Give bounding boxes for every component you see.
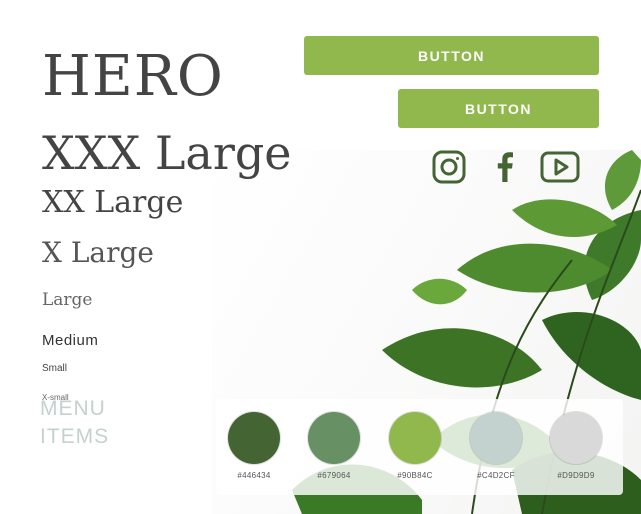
swatch-label: #D9D9D9 bbox=[557, 471, 595, 480]
large-text: Large bbox=[42, 290, 93, 310]
swatch-color bbox=[228, 412, 280, 464]
swatch: #C4D2CF bbox=[456, 412, 536, 480]
facebook-icon[interactable] bbox=[492, 148, 518, 186]
swatch-label: #679064 bbox=[317, 471, 351, 480]
swatch: #446434 bbox=[214, 412, 294, 480]
small-text: Small bbox=[42, 363, 68, 374]
swatch: #679064 bbox=[294, 412, 374, 480]
hero-heading: HERO bbox=[42, 44, 224, 109]
menu-line-1: MENU bbox=[40, 397, 106, 420]
swatch-color bbox=[389, 412, 441, 464]
swatch-color bbox=[308, 412, 360, 464]
medium-text: Medium bbox=[42, 332, 99, 349]
youtube-icon[interactable] bbox=[538, 148, 582, 186]
instagram-icon[interactable] bbox=[430, 148, 468, 186]
swatch: #90B84C bbox=[375, 412, 455, 480]
color-palette: #446434 #679064 #90B84C #C4D2CF #D9D9D9 bbox=[216, 399, 623, 495]
swatch-color bbox=[470, 412, 522, 464]
swatch-color bbox=[550, 412, 602, 464]
primary-button[interactable]: BUTTON bbox=[304, 36, 599, 75]
swatch-label: #C4D2CF bbox=[477, 471, 515, 480]
secondary-button[interactable]: BUTTON bbox=[398, 89, 599, 128]
menu-items-link[interactable]: MENU ITEMS bbox=[40, 395, 109, 451]
swatch-label: #446434 bbox=[237, 471, 271, 480]
swatch-label: #90B84C bbox=[397, 471, 433, 480]
xxx-large-heading: XXX Large bbox=[42, 126, 292, 180]
x-large-heading: X Large bbox=[42, 236, 154, 269]
swatch: #D9D9D9 bbox=[536, 412, 616, 480]
xx-large-heading: XX Large bbox=[42, 185, 184, 220]
menu-line-2: ITEMS bbox=[40, 425, 110, 448]
